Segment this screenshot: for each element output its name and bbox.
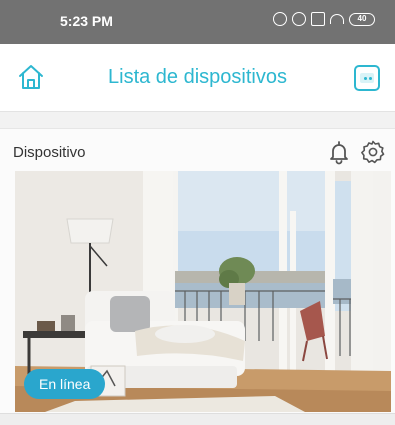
device-card: Dispositivo En línea — [0, 128, 395, 413]
settings-button[interactable] — [360, 139, 386, 165]
cast-icon — [311, 12, 325, 26]
wifi-icon — [330, 14, 344, 24]
gear-icon — [361, 140, 385, 164]
status-badge: En línea — [24, 369, 106, 399]
camera-feed-thumbnail[interactable]: En línea — [15, 171, 391, 412]
battery-icon: 40 — [349, 12, 375, 26]
status-bar: 5:23 PM 40 — [0, 0, 395, 44]
page-title: Lista de dispositivos — [108, 66, 287, 88]
device-name: Dispositivo — [13, 144, 86, 161]
app-header: Lista de dispositivos — [0, 44, 395, 112]
status-time: 5:23 PM — [60, 13, 113, 29]
list-divider — [0, 413, 395, 425]
notification-button[interactable] — [326, 139, 352, 165]
device-menu-icon — [360, 73, 374, 83]
device-menu-button[interactable] — [354, 65, 380, 91]
sync-icon — [273, 12, 287, 26]
bell-icon — [330, 141, 348, 165]
alarm-icon — [292, 12, 306, 26]
status-icons: 40 — [273, 12, 375, 26]
